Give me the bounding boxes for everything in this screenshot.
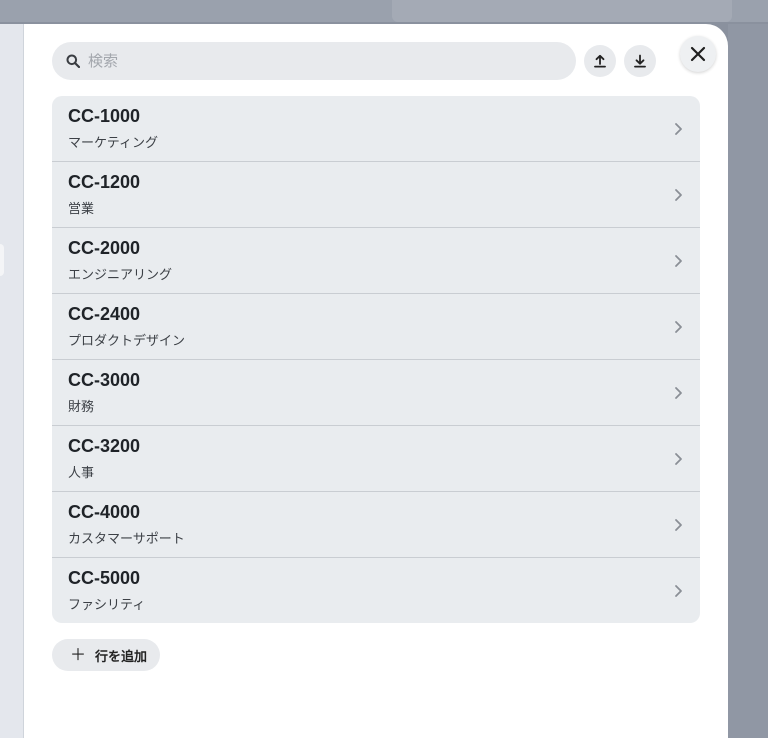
search-icon (66, 54, 80, 68)
item-name: エンジニアリング (68, 268, 173, 283)
backdrop-right-panel (728, 24, 768, 738)
item-code: CC-2400 (68, 304, 141, 324)
chevron-right-icon (675, 519, 682, 531)
list-item[interactable]: CC-4000 カスタマーサポート (52, 492, 700, 558)
download-button[interactable] (624, 45, 656, 77)
list-item[interactable]: CC-2000 エンジニアリング (52, 228, 700, 294)
item-code: CC-3200 (68, 436, 141, 456)
chevron-right-icon (675, 321, 682, 333)
cost-center-panel: CC-1000 マーケティング CC-1200 営業 CC-2000 エンジニア… (24, 24, 728, 738)
close-icon (690, 46, 706, 62)
cost-center-list: CC-1000 マーケティング CC-1200 営業 CC-2000 エンジニア… (52, 96, 700, 623)
item-name: プロダクトデザイン (68, 334, 186, 349)
list-item[interactable]: CC-5000 ファシリティ (52, 558, 700, 623)
item-name: ファシリティ (68, 598, 146, 613)
item-name: マーケティング (68, 136, 158, 151)
add-row-button[interactable]: ＋ 行を追加 (52, 639, 160, 671)
list-item[interactable]: CC-2400 プロダクトデザイン (52, 294, 700, 360)
upload-button[interactable] (584, 45, 616, 77)
item-name: 人事 (68, 466, 95, 481)
download-icon (633, 54, 647, 68)
list-item[interactable]: CC-1000 マーケティング (52, 96, 700, 162)
backdrop-handle (0, 244, 4, 276)
add-row-label: 行を追加 (95, 649, 148, 665)
plus-icon: ＋ (70, 645, 87, 664)
item-code: CC-3000 (68, 370, 141, 390)
backdrop-left-panel (0, 24, 24, 738)
item-code: CC-1000 (68, 106, 141, 126)
item-code: CC-5000 (68, 568, 141, 588)
item-code: CC-2000 (68, 238, 141, 258)
item-code: CC-4000 (68, 502, 141, 522)
item-name: カスタマーサポート (68, 532, 185, 547)
search-input[interactable] (88, 52, 548, 70)
item-name: 財務 (68, 400, 95, 415)
close-button[interactable] (680, 36, 716, 72)
chevron-right-icon (675, 255, 682, 267)
upload-icon (593, 54, 607, 68)
chevron-right-icon (675, 585, 682, 597)
backdrop-tab (392, 0, 732, 22)
search-field[interactable] (52, 42, 576, 80)
item-code: CC-1200 (68, 172, 141, 192)
list-item[interactable]: CC-1200 営業 (52, 162, 700, 228)
chevron-right-icon (675, 453, 682, 465)
item-name: 営業 (68, 202, 95, 217)
chevron-right-icon (675, 387, 682, 399)
list-item[interactable]: CC-3200 人事 (52, 426, 700, 492)
chevron-right-icon (675, 189, 682, 201)
list-item[interactable]: CC-3000 財務 (52, 360, 700, 426)
chevron-right-icon (675, 123, 682, 135)
